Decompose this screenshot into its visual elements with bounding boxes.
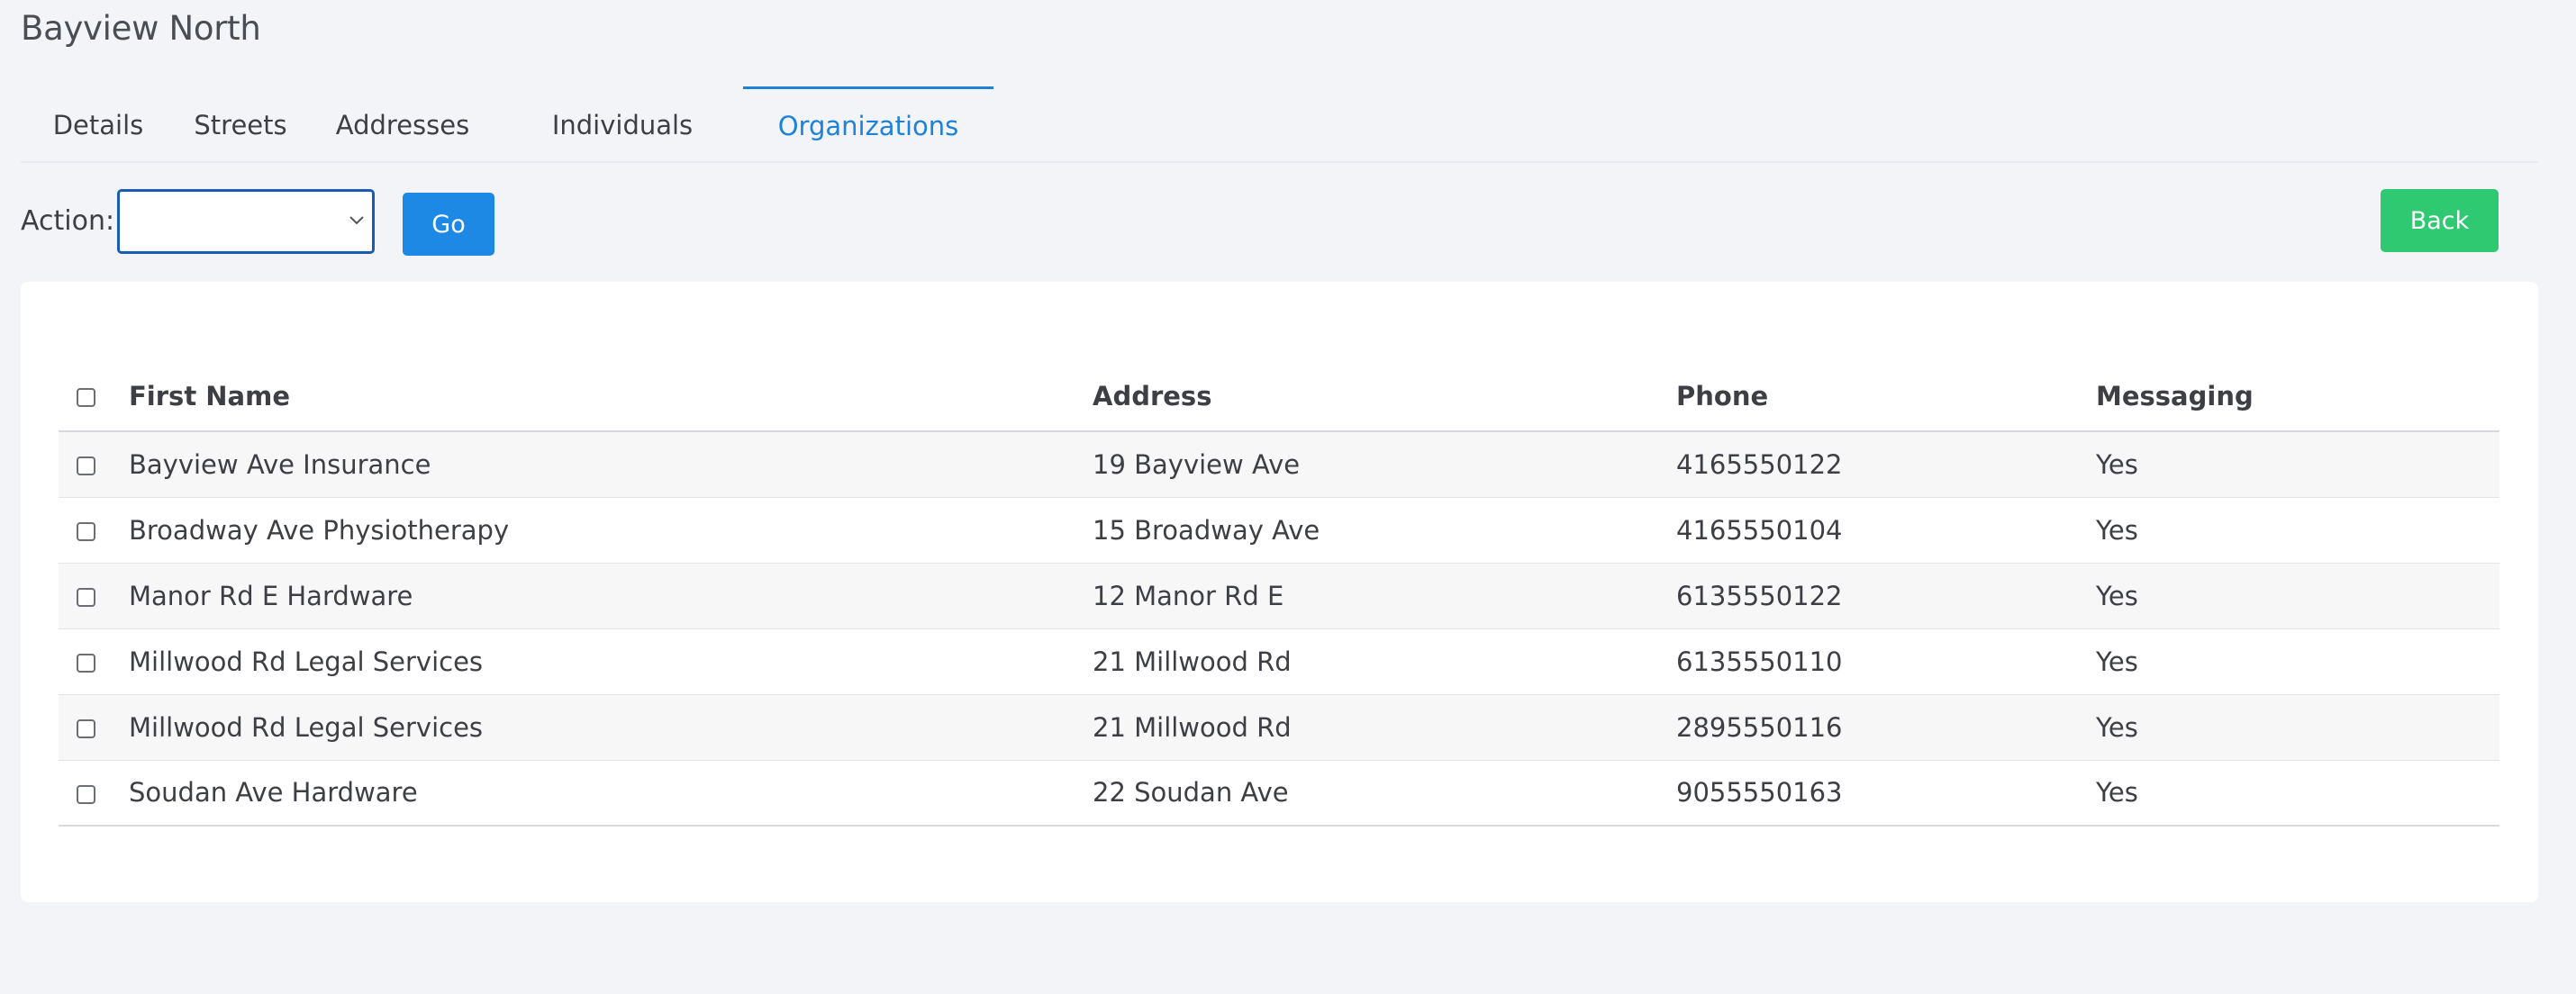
row-checkbox[interactable] xyxy=(77,456,95,476)
row-phone: 6135550110 xyxy=(1676,628,2096,695)
tab-organizations[interactable]: Organizations xyxy=(743,86,993,163)
row-messaging: Yes xyxy=(2096,563,2499,629)
row-messaging: Yes xyxy=(2096,431,2499,498)
row-phone: 9055550163 xyxy=(1676,760,2096,827)
header-messaging[interactable]: Messaging xyxy=(2096,361,2499,432)
row-phone: 4165550122 xyxy=(1676,431,2096,498)
table-row: Soudan Ave Hardware 22 Soudan Ave 905555… xyxy=(59,760,2499,827)
row-messaging: Yes xyxy=(2096,628,2499,695)
tab-individuals[interactable]: Individuals xyxy=(500,86,745,163)
go-button[interactable]: Go xyxy=(403,193,494,256)
row-address: 22 Soudan Ave xyxy=(1093,760,1676,827)
row-address: 19 Bayview Ave xyxy=(1093,431,1676,498)
row-checkbox[interactable] xyxy=(77,784,95,804)
row-checkbox[interactable] xyxy=(77,588,95,607)
table-row: Manor Rd E Hardware 12 Manor Rd E 613555… xyxy=(59,563,2499,629)
row-phone: 2895550116 xyxy=(1676,694,2096,761)
table-row: Millwood Rd Legal Services 21 Millwood R… xyxy=(59,628,2499,695)
organizations-card: First Name Address Phone Messaging Bayvi… xyxy=(21,282,2538,902)
tab-streets[interactable]: Streets xyxy=(176,86,305,163)
table-row: Millwood Rd Legal Services 21 Millwood R… xyxy=(59,694,2499,761)
row-name: Bayview Ave Insurance xyxy=(129,431,1093,498)
header-address[interactable]: Address xyxy=(1093,361,1676,432)
tab-details[interactable]: Details xyxy=(21,86,176,163)
chevron-down-icon xyxy=(349,216,364,225)
row-messaging: Yes xyxy=(2096,760,2499,827)
row-messaging: Yes xyxy=(2096,497,2499,564)
row-name: Soudan Ave Hardware xyxy=(129,760,1093,827)
row-name: Manor Rd E Hardware xyxy=(129,563,1093,629)
page-title: Bayview North xyxy=(21,9,261,48)
row-name: Millwood Rd Legal Services xyxy=(129,628,1093,695)
select-all-checkbox[interactable] xyxy=(77,388,95,407)
back-button[interactable]: Back xyxy=(2381,189,2499,252)
organizations-table: First Name Address Phone Messaging Bayvi… xyxy=(59,361,2499,827)
row-phone: 6135550122 xyxy=(1676,563,2096,629)
table-header-row: First Name Address Phone Messaging xyxy=(59,361,2499,432)
header-first-name[interactable]: First Name xyxy=(129,361,1093,432)
table-row: Bayview Ave Insurance 19 Bayview Ave 416… xyxy=(59,431,2499,498)
tab-addresses[interactable]: Addresses xyxy=(305,86,500,163)
row-address: 21 Millwood Rd xyxy=(1093,694,1676,761)
row-name: Millwood Rd Legal Services xyxy=(129,694,1093,761)
table-row: Broadway Ave Physiotherapy 15 Broadway A… xyxy=(59,497,2499,564)
row-name: Broadway Ave Physiotherapy xyxy=(129,497,1093,564)
row-phone: 4165550104 xyxy=(1676,497,2096,564)
row-checkbox[interactable] xyxy=(77,522,95,541)
action-select[interactable] xyxy=(117,189,375,254)
row-checkbox[interactable] xyxy=(77,654,95,673)
row-address: 15 Broadway Ave xyxy=(1093,497,1676,564)
row-checkbox[interactable] xyxy=(77,719,95,738)
row-address: 21 Millwood Rd xyxy=(1093,628,1676,695)
action-bar: Action: Go Back xyxy=(21,187,2538,259)
header-phone[interactable]: Phone xyxy=(1676,361,2096,432)
row-address: 12 Manor Rd E xyxy=(1093,563,1676,629)
row-messaging: Yes xyxy=(2096,694,2499,761)
action-label: Action: xyxy=(21,205,115,237)
tab-bar: Details Streets Addresses Individuals Or… xyxy=(21,86,2538,163)
